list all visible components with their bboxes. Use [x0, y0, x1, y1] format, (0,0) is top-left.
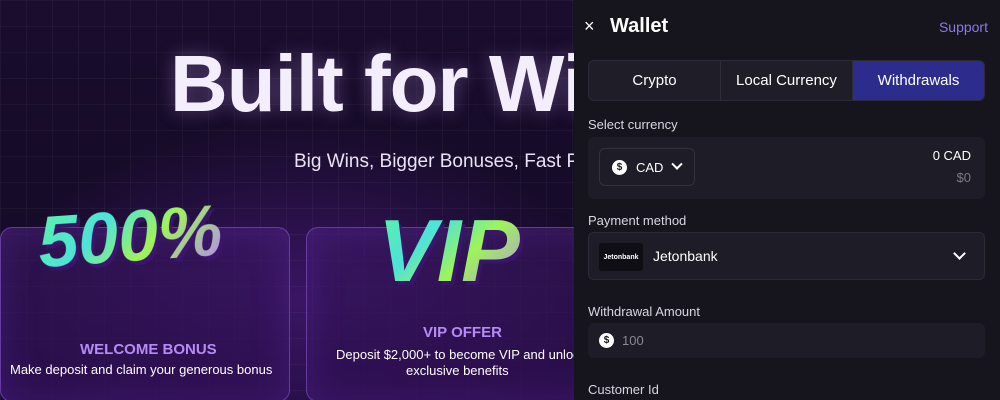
tab-crypto[interactable]: Crypto — [589, 61, 721, 100]
tab-local-currency[interactable]: Local Currency — [721, 61, 853, 100]
dollar-coin-icon: $ — [612, 159, 627, 175]
hero-section: Built for Wir Big Wins, Bigger Bonuses, … — [0, 0, 574, 400]
payment-method-dropdown[interactable]: Jetonbank Jetonbank — [588, 232, 985, 280]
wallet-title: Wallet — [610, 15, 669, 37]
vip-offer-title: VIP OFFER — [423, 324, 502, 341]
vip-graphic: VIP — [378, 201, 520, 300]
welcome-bonus-title: WELCOME BONUS — [80, 341, 217, 358]
hero-subtitle: Big Wins, Bigger Bonuses, Fast Pa — [294, 151, 574, 172]
withdrawal-amount-field: $ — [588, 323, 985, 358]
wallet-header: × Wallet Support — [574, 0, 1000, 52]
hero-title: Built for Wir — [170, 39, 574, 128]
balance-usd-value: $0 — [956, 170, 971, 185]
currency-code: CAD — [636, 159, 664, 175]
vip-offer-description-line2: exclusive benefits — [406, 363, 509, 378]
dollar-coin-icon: $ — [599, 333, 614, 348]
payment-provider-name: Jetonbank — [653, 248, 718, 264]
welcome-bonus-description: Make deposit and claim your generous bon… — [10, 362, 273, 377]
withdrawal-amount-label: Withdrawal Amount — [588, 304, 700, 319]
withdrawal-amount-input[interactable] — [622, 323, 972, 358]
chevron-down-icon — [671, 158, 684, 170]
currency-box: $ CAD 0 CAD $0 — [588, 137, 985, 199]
payment-method-label: Payment method — [588, 213, 687, 228]
balance-amount: 0 CAD — [932, 148, 971, 163]
close-icon[interactable]: × — [584, 17, 598, 35]
customer-id-label: Customer Id — [588, 382, 659, 397]
select-currency-label: Select currency — [588, 117, 678, 132]
chevron-down-icon — [953, 247, 966, 260]
currency-dropdown[interactable]: $ CAD — [599, 148, 695, 186]
welcome-bonus-graphic: 500% — [35, 190, 225, 284]
wallet-panel: × Wallet Support Crypto Local Currency W… — [574, 0, 1000, 400]
wallet-tabs: Crypto Local Currency Withdrawals — [588, 60, 985, 101]
support-link[interactable]: Support — [939, 19, 988, 35]
jetonbank-logo: Jetonbank — [599, 243, 643, 271]
tab-withdrawals[interactable]: Withdrawals — [853, 61, 984, 100]
vip-offer-description-line1: Deposit $2,000+ to become VIP and unloc — [336, 347, 574, 362]
